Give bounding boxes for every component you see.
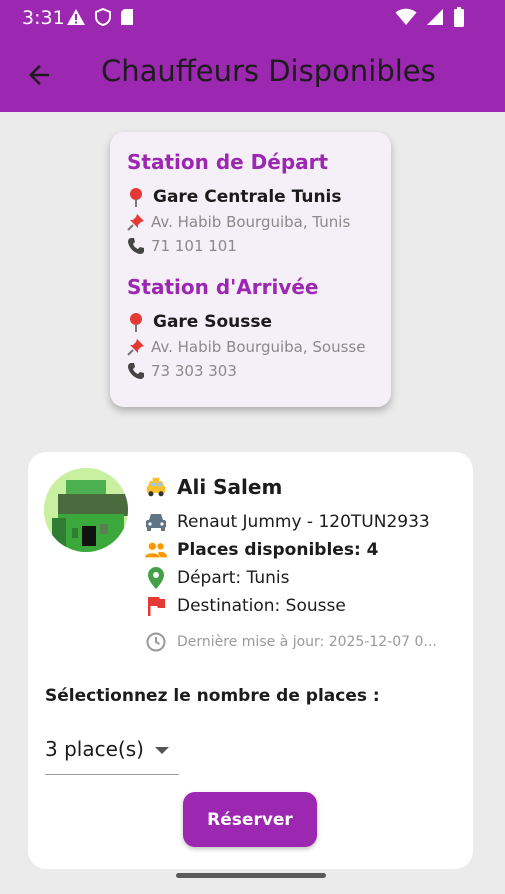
departure-address: Av. Habib Bourguiba, Tunis: [151, 213, 351, 231]
wifi-icon: [395, 8, 417, 25]
departure-phone-row: 71 101 101: [127, 237, 391, 255]
last-update: Dernière mise à jour: 2025-12-07 0...: [177, 634, 437, 650]
arrival-address: Av. Habib Bourguiba, Sousse: [151, 338, 366, 356]
seat-count-dropdown[interactable]: 3 place(s): [45, 737, 179, 775]
round-pushpin-icon: [130, 313, 142, 332]
navigation-handle[interactable]: [176, 873, 326, 878]
arrival-phone-row: 73 303 303: [127, 362, 391, 380]
status-system-icons: [395, 7, 465, 27]
location-pin-icon: [145, 567, 167, 589]
stations-card: Station de Départ Gare Centrale Tunis Av…: [110, 132, 391, 407]
departure-address-row: Av. Habib Bourguiba, Tunis: [127, 213, 391, 231]
round-pushpin-icon: [130, 188, 142, 207]
depart-row: Départ: Tunis: [145, 564, 437, 592]
arrival-station-name: Gare Sousse: [153, 312, 273, 332]
app-bar: Chauffeurs Disponibles: [0, 36, 505, 112]
arrival-station-name-row: Gare Sousse: [127, 312, 391, 332]
dropdown-arrow-icon: [155, 747, 169, 754]
battery-icon: [454, 7, 464, 27]
departure-phone: 71 101 101: [151, 237, 237, 255]
driver-avatar: [44, 468, 128, 552]
departure-heading: Station de Départ: [127, 150, 329, 174]
arrival-heading: Station d'Arrivée: [127, 275, 319, 299]
seat-select-label: Sélectionnez le nombre de places :: [45, 686, 380, 706]
driver-name: Ali Salem: [177, 475, 283, 499]
shield-icon: [95, 8, 111, 26]
departure-station-name-row: Gare Centrale Tunis: [127, 187, 391, 207]
telephone-icon: [128, 363, 144, 379]
driver-card: Ali Salem Renaut Jummy - 120TUN2933 Plac…: [28, 452, 473, 869]
clock-icon: [145, 631, 167, 653]
vehicle-row: Renaut Jummy - 120TUN2933: [145, 508, 437, 536]
destination-row: Destination: Sousse: [145, 592, 437, 620]
status-bar: 3:31: [0, 0, 505, 36]
status-time: 3:31: [22, 7, 65, 29]
departure-station-name: Gare Centrale Tunis: [153, 187, 342, 207]
taxi-icon: [145, 476, 167, 498]
available-seats: Places disponibles: 4: [177, 540, 379, 560]
page-title: Chauffeurs Disponibles: [101, 54, 436, 88]
warning-icon: [67, 9, 85, 25]
last-update-row: Dernière mise à jour: 2025-12-07 0...: [145, 628, 437, 656]
driver-name-row: Ali Salem: [145, 472, 437, 502]
car-icon: [145, 511, 167, 533]
seats-row: Places disponibles: 4: [145, 536, 437, 564]
destination-city: Destination: Sousse: [177, 596, 346, 616]
seat-count-value: 3 place(s): [45, 737, 144, 761]
telephone-icon: [128, 238, 144, 254]
sim-card-icon: [121, 9, 133, 25]
depart-city: Départ: Tunis: [177, 568, 290, 588]
pushpin-icon: [127, 214, 144, 231]
reserve-button[interactable]: Réserver: [183, 792, 317, 847]
arrival-address-row: Av. Habib Bourguiba, Sousse: [127, 338, 391, 356]
signal-icon: [427, 9, 443, 25]
people-icon: [145, 539, 167, 561]
arrival-phone: 73 303 303: [151, 362, 237, 380]
driver-info: Ali Salem Renaut Jummy - 120TUN2933 Plac…: [145, 472, 437, 656]
pushpin-icon: [127, 339, 144, 356]
vehicle-info: Renaut Jummy - 120TUN2933: [177, 512, 430, 532]
flag-icon: [145, 595, 167, 617]
status-notification-icons: [66, 8, 134, 26]
back-arrow-icon[interactable]: [24, 60, 54, 90]
